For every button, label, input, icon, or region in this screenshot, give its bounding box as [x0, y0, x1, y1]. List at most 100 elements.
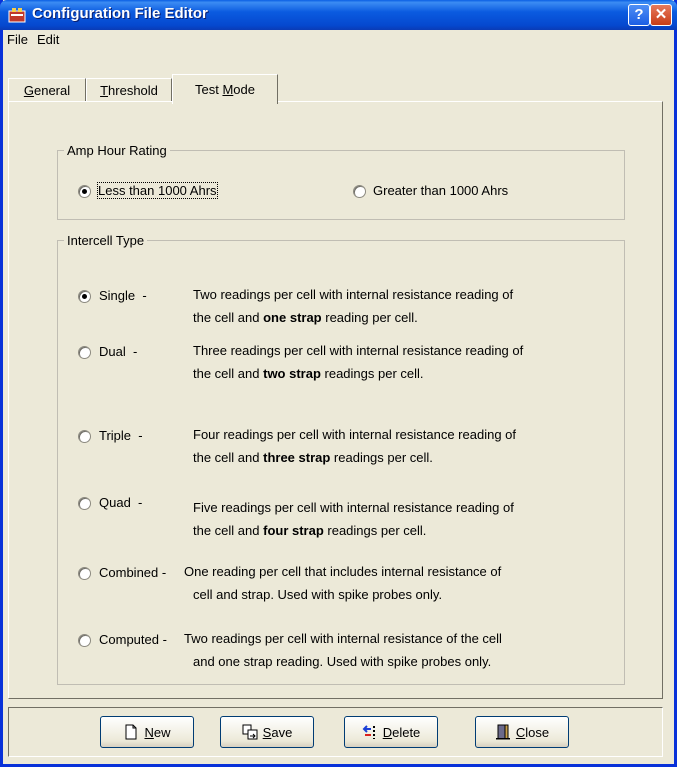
new-rest: ew: [153, 724, 171, 740]
desc-single-line1: Two readings per cell with internal resi…: [193, 287, 514, 302]
tab-threshold-accel: T: [100, 83, 109, 98]
delete-icon: [362, 725, 375, 739]
label-computed-text: Computed: [99, 632, 159, 647]
desc-combined-line1: One reading per cell that includes inter…: [184, 564, 502, 579]
tab-general[interactable]: General: [8, 78, 86, 102]
desc-single-line2-bold: one strap: [263, 310, 322, 325]
new-document-icon: [125, 724, 137, 740]
close-rest: lose: [525, 724, 550, 740]
desc-single-line2-pre: the cell and: [193, 310, 264, 325]
label-triple-dash: -: [138, 428, 143, 443]
intercell-type-legend: Intercell Type: [67, 233, 145, 248]
close-button-label: Close: [516, 725, 549, 740]
save-button[interactable]: Save: [220, 716, 314, 748]
save-rest: ave: [271, 724, 293, 740]
desc-dual-line1: Three readings per cell with internal re…: [193, 343, 524, 358]
radio-greater-than-1000[interactable]: [353, 185, 366, 198]
save-icon: [242, 724, 258, 740]
new-button[interactable]: New: [100, 716, 194, 748]
desc-computed-line2-pre: and one strap reading. Used with spike p…: [193, 654, 492, 669]
radio-triple[interactable]: [78, 430, 91, 443]
app-icon: [8, 8, 26, 23]
label-combined[interactable]: Combined -: [99, 565, 166, 580]
desc-triple: Four readings per cell with internal res…: [193, 423, 633, 469]
desc-dual-line2-bold: two strap: [263, 366, 321, 381]
close-button[interactable]: Close: [475, 716, 569, 748]
tab-threshold[interactable]: Threshold: [86, 78, 172, 102]
save-button-label: Save: [263, 725, 293, 740]
desc-single-line2-post: reading per cell.: [321, 310, 418, 325]
desc-dual-line2: the cell and two strap readings per cell…: [193, 362, 633, 385]
new-button-label: New: [144, 725, 170, 740]
label-quad-dash: -: [138, 495, 143, 510]
amp-hour-legend: Amp Hour Rating: [67, 143, 167, 158]
label-quad-text: Quad: [99, 495, 131, 510]
desc-dual-line2-post: readings per cell.: [320, 366, 424, 381]
menu-bar: File Edit: [3, 30, 674, 50]
label-single-dash: -: [142, 288, 147, 303]
label-quad[interactable]: Quad -: [99, 495, 142, 510]
amp-hour-group: Amp Hour Rating: [57, 143, 625, 220]
desc-quad-line2-pre: the cell and: [193, 523, 264, 538]
label-triple-text: Triple: [99, 428, 132, 443]
label-computed[interactable]: Computed -: [99, 632, 167, 647]
tab-general-rest: eneral: [33, 83, 71, 98]
title-bar[interactable]: Configuration File Editor ? ✕: [0, 0, 677, 30]
delete-button-label: Delete: [383, 725, 421, 740]
label-triple[interactable]: Triple -: [99, 428, 143, 443]
delete-button[interactable]: Delete: [344, 716, 438, 748]
desc-triple-line2-pre: the cell and: [193, 450, 264, 465]
desc-combined-line2-pre: cell and strap. Used with spike probes o…: [193, 587, 443, 602]
desc-combined-line2: cell and strap. Used with spike probes o…: [193, 583, 624, 606]
close-accel: C: [515, 724, 526, 740]
new-accel: N: [144, 724, 154, 740]
delete-accel: D: [382, 724, 393, 740]
tab-general-accel: G: [23, 83, 34, 98]
desc-quad-line2: the cell and four strap readings per cel…: [193, 519, 633, 542]
desc-combined: One reading per cell that includes inter…: [184, 564, 624, 606]
radio-single[interactable]: [78, 290, 91, 303]
desc-single-line2: the cell and one strap reading per cell.: [193, 306, 633, 329]
label-single[interactable]: Single -: [99, 288, 147, 303]
label-greater-than-1000[interactable]: Greater than 1000 Ahrs: [373, 183, 508, 198]
desc-triple-line2-post: readings per cell.: [330, 450, 433, 465]
menu-file[interactable]: File: [7, 32, 28, 47]
tab-test-mode[interactable]: Test Mode: [172, 74, 278, 104]
desc-quad-line2-post: readings per cell.: [323, 523, 427, 538]
tab-test-mode-pre: Test: [194, 82, 223, 97]
radio-combined[interactable]: [78, 567, 91, 580]
desc-quad-line1: Five readings per cell with internal res…: [193, 500, 514, 515]
delete-rest: elete: [392, 724, 421, 740]
radio-less-than-1000[interactable]: [78, 185, 91, 198]
label-dual[interactable]: Dual -: [99, 344, 137, 359]
close-window-button[interactable]: ✕: [650, 4, 672, 26]
label-combined-text: Combined: [99, 565, 159, 580]
desc-computed-line2: and one strap reading. Used with spike p…: [193, 650, 624, 673]
label-dual-dash: -: [132, 344, 138, 359]
label-combined-dash: -: [161, 565, 167, 580]
label-computed-dash: -: [162, 632, 167, 647]
label-dual-text: Dual: [99, 344, 126, 359]
window-title: Configuration File Editor: [32, 5, 208, 22]
desc-single: Two readings per cell with internal resi…: [193, 283, 633, 329]
desc-quad-line2-bold: four strap: [263, 523, 324, 538]
desc-computed-line1: Two readings per cell with internal resi…: [184, 631, 502, 646]
desc-triple-line2-bold: three strap: [263, 450, 331, 465]
desc-triple-line2: the cell and three strap readings per ce…: [193, 446, 633, 469]
menu-edit[interactable]: Edit: [37, 32, 59, 47]
radio-dual[interactable]: [78, 346, 91, 359]
radio-quad[interactable]: [78, 497, 91, 510]
radio-computed[interactable]: [78, 634, 91, 647]
desc-computed: Two readings per cell with internal resi…: [184, 631, 624, 673]
label-single-text: Single: [99, 288, 136, 303]
tab-test-mode-rest: ode: [233, 82, 255, 97]
help-button[interactable]: ?: [628, 4, 650, 26]
label-less-than-1000[interactable]: Less than 1000 Ahrs: [97, 182, 218, 199]
door-exit-icon: [495, 724, 510, 740]
desc-dual: Three readings per cell with internal re…: [193, 339, 633, 385]
tab-threshold-rest: hreshold: [108, 83, 158, 98]
desc-quad: Five readings per cell with internal res…: [193, 496, 633, 542]
desc-dual-line2-pre: the cell and: [193, 366, 264, 381]
desc-triple-line1: Four readings per cell with internal res…: [193, 427, 517, 442]
tab-test-mode-accel: M: [222, 82, 234, 97]
